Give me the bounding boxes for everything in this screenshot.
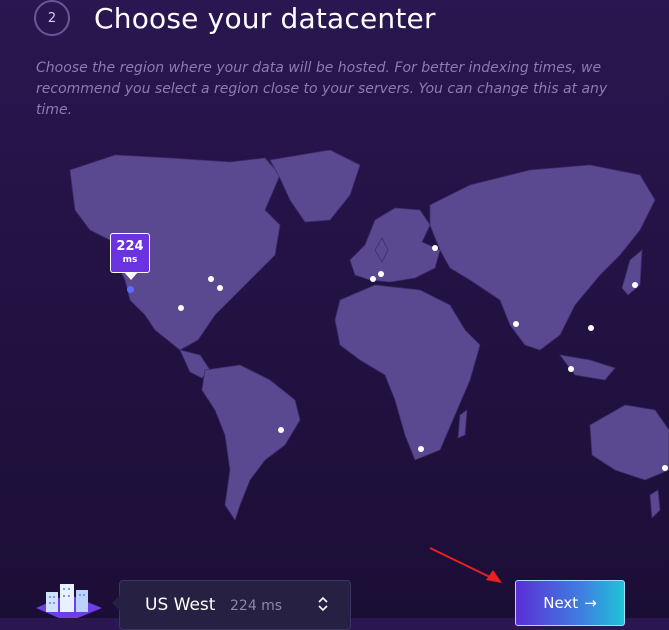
datacenter-dot[interactable] xyxy=(568,366,574,372)
continent-south-america xyxy=(201,364,301,521)
continent-asia xyxy=(429,164,656,351)
region-latency: 224 ms xyxy=(230,598,283,614)
step-number-badge: 2 xyxy=(34,0,70,36)
datacenter-dot[interactable] xyxy=(513,321,519,327)
page-title: Choose your datacenter xyxy=(94,2,436,35)
latency-tooltip-unit: ms xyxy=(122,255,138,265)
page-subtitle: Choose the region where your data will b… xyxy=(36,60,608,118)
region-name: US West xyxy=(145,595,216,615)
continent-japan xyxy=(621,249,643,296)
continent-north-america xyxy=(69,154,281,351)
continent-greenland xyxy=(269,150,361,223)
next-button[interactable]: Next → xyxy=(515,580,625,626)
datacenter-dot[interactable] xyxy=(632,282,638,288)
datacenter-buildings-icon xyxy=(36,584,102,618)
datacenter-dot[interactable] xyxy=(588,325,594,331)
next-button-label: Next xyxy=(543,594,579,612)
continent-new-zealand xyxy=(649,489,661,519)
arrow-right-icon: → xyxy=(584,594,597,612)
datacenter-dot[interactable] xyxy=(178,305,184,311)
datacenter-dot[interactable] xyxy=(370,276,376,282)
chevron-up-down-icon[interactable] xyxy=(316,594,330,614)
datacenter-dot[interactable] xyxy=(418,446,424,452)
datacenter-dot[interactable] xyxy=(432,245,438,251)
datacenter-dot[interactable] xyxy=(662,465,668,471)
step-number: 2 xyxy=(47,10,57,26)
datacenter-dot[interactable] xyxy=(217,285,223,291)
latency-tooltip: 224 ms xyxy=(110,233,150,280)
latency-tooltip-value: 224 xyxy=(116,239,144,254)
continent-madagascar xyxy=(457,409,468,439)
datacenter-dot[interactable] xyxy=(208,276,214,282)
region-select[interactable]: US West 224 ms xyxy=(112,580,351,630)
continent-europe xyxy=(349,207,441,283)
world-map xyxy=(69,150,669,521)
datacenter-dot[interactable] xyxy=(278,427,284,433)
continent-australia xyxy=(589,404,669,481)
datacenter-dot-selected[interactable] xyxy=(127,286,134,293)
annotation-arrow-icon xyxy=(429,547,502,583)
datacenter-dot[interactable] xyxy=(378,271,384,277)
